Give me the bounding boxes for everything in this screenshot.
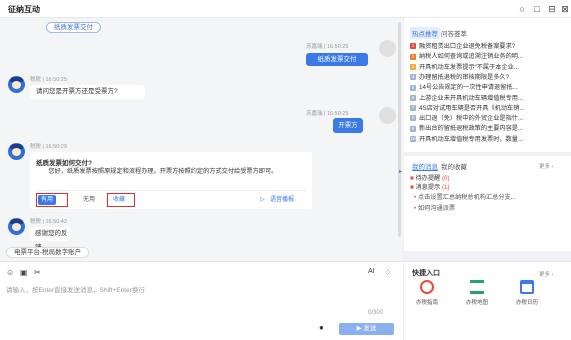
smile-icon[interactable]: ☺ <box>6 268 14 277</box>
voice-broadcast-button[interactable]: 语音播报 <box>270 195 294 205</box>
notice-reminder[interactable]: ■ 消息提示 (1) <box>410 182 450 191</box>
hot-rank-badge: 5 <box>410 84 416 91</box>
chat-area: 纸质发票交付 苏嘉瑞 | 16:50:25 纸质发票交付 税税 | 16:50:… <box>0 18 403 261</box>
user-icon[interactable]: ○ <box>516 3 528 15</box>
tab-my-messages[interactable]: 我的消息 <box>410 160 440 172</box>
chat-scrollbar[interactable] <box>398 22 401 237</box>
message-input[interactable]: 请输入，按Enter直接发送消息，Shift+Enter换行 <box>6 284 145 294</box>
minimize-icon[interactable]: ⊟ <box>546 3 558 15</box>
hot-item-text: 开具机动车发票提示“不属于本企业... <box>419 63 520 71</box>
hot-item[interactable]: 2 纳税人如何查询或追溯注销业务的明... <box>410 51 565 60</box>
hot-rank-badge: 4 <box>410 74 416 81</box>
message-item[interactable]: • 点击设置汇总纳税总机构汇总分支... <box>414 192 516 201</box>
chat-pill-top[interactable]: 纸质发票交付 <box>46 22 101 33</box>
tab-hot[interactable]: 热点推荐 <box>410 27 440 39</box>
close-icon[interactable]: ⊠ <box>559 3 571 15</box>
hot-item-text: 出口退（免）税中的外贸企业是指什... <box>419 115 524 123</box>
hot-item[interactable]: 7 4S店对试用车辆是否开具《机动车销... <box>410 103 565 112</box>
todo-icon: ■ <box>410 175 414 182</box>
bot-avatar <box>8 76 25 93</box>
hot-item[interactable]: 10 开具机动车增值税专用发票时，数量... <box>410 134 565 143</box>
hot-rank-badge: 3 <box>410 63 416 70</box>
messages-panel: 我的消息 我的收藏 更多 › ■ 待办提醒 (0) ■ 消息提示 (1) • 点… <box>404 156 571 251</box>
divider <box>36 190 306 191</box>
hot-rank-badge: 9 <box>410 125 416 132</box>
notice-icon: ■ <box>410 184 414 191</box>
msg-timestamp: 苏嘉瑞 | 16:50:25 <box>306 44 349 50</box>
highlight-box <box>107 193 135 207</box>
messages-more-link[interactable]: 更多 › <box>539 162 553 170</box>
message-bubble-out: 开票方 <box>333 118 363 133</box>
notice-count: (1) <box>441 184 450 191</box>
todo-reminder[interactable]: ■ 待办提醒 (0) <box>410 173 450 182</box>
hot-item-text: 融资租赁出口企业退免税备案要求? <box>419 43 516 50</box>
quick-more-link[interactable]: 更多 › <box>539 270 553 278</box>
msg-timestamp: 税税 | 16:50:42 <box>30 219 67 225</box>
collapse-arrow-icon[interactable]: ▸ <box>399 168 402 175</box>
hot-item[interactable]: 8 出口退（免）税中的外贸企业是指什... <box>410 113 565 122</box>
eraser-icon[interactable]: ♢ <box>384 268 391 277</box>
send-button[interactable]: ▶ 发送 <box>339 323 394 335</box>
hot-item-text: 纳税人如何查询或追溯注销业务的明... <box>419 53 524 61</box>
hot-rank-badge: 7 <box>410 105 416 112</box>
calendar-icon[interactable] <box>520 280 534 294</box>
hot-rank-badge: 2 <box>410 53 416 60</box>
avatar <box>379 40 396 57</box>
hot-item-text: 新出台的留抵退税政策的主要内容是... <box>419 125 524 133</box>
answer-card: 纸质发票如何交付? 您好，纸质发票按照原规定和流程办理。开票方按照约定的方式交付… <box>30 152 312 209</box>
useless-button[interactable]: 无用 <box>83 195 95 205</box>
expand-icon[interactable]: □ <box>531 3 543 15</box>
ai-label[interactable]: AI <box>368 268 375 275</box>
hot-item-text: 4S店对试用车辆是否开具《机动车销... <box>419 104 525 112</box>
hot-item[interactable]: 1 融资租赁出口企业退免税备案要求? <box>410 41 565 50</box>
hot-rank-badge: 10 <box>410 136 416 143</box>
tab-my-favorites[interactable]: 我的收藏 <box>441 161 467 171</box>
message-bubble-in: 请问您是开票方还是受票方? <box>30 85 145 99</box>
highlight-box <box>36 193 68 207</box>
msg-timestamp: 税税 | 16:50:25 <box>30 77 67 83</box>
screenshot-icon[interactable]: ✂ <box>34 268 41 277</box>
answer-body: 您好，纸质发票按照原规定和流程办理。开票方按照约定的方式交付给受票方即可。 <box>48 168 278 175</box>
hot-item-text: 14号公告规定的一次性申请退留抵... <box>419 84 518 92</box>
quick-label-calendar[interactable]: 办税日历 <box>512 298 542 306</box>
hot-rank-badge: 8 <box>410 115 416 122</box>
msg-timestamp: 苏嘉瑞 | 16:50:25 <box>306 111 349 117</box>
hot-item-text: 办理留抵退税的审核期限是多久? <box>419 73 510 81</box>
hot-panel: 热点推荐 问答荟萃 1 融资租赁出口企业退免税备案要求? 2 纳税人如何查询或追溯注销… <box>404 18 571 152</box>
hot-item[interactable]: 9 新出台的留抵退税政策的主要内容是... <box>410 123 565 132</box>
hot-item[interactable]: 5 14号公告规定的一次性申请退留抵... <box>410 82 565 91</box>
hot-item-text: 开具机动车增值税专用发票时，数量... <box>419 135 524 143</box>
notice-label: 消息提示 <box>415 184 441 191</box>
avatar <box>379 107 396 124</box>
message-bubble-in: 感谢您的反馈 <box>30 227 70 251</box>
message-bubble-out: 纸质发票交付 <box>306 53 368 66</box>
quick-label-map[interactable]: 办税地图 <box>462 298 492 306</box>
tab-qa[interactable]: 问答荟萃 <box>441 28 467 38</box>
quick-panel: 快捷入口 更多 › 办税指南 办税地图 办税日历 <box>404 261 571 340</box>
platform-pill[interactable]: 电票平台-税局数字账户 <box>6 247 90 258</box>
quick-label-guide[interactable]: 办税指南 <box>412 298 442 306</box>
hot-rank-badge: 6 <box>410 94 416 101</box>
hot-item[interactable]: 6 上游企业未开具机动车辆增值税专用... <box>410 93 565 102</box>
hot-rank-badge: 1 <box>410 43 416 50</box>
quick-title: 快捷入口 <box>412 270 440 277</box>
window-title: 征纳互动 <box>8 5 40 14</box>
guide-icon[interactable] <box>420 280 434 294</box>
microphone-icon[interactable]: ● <box>319 323 324 332</box>
title-bar: 征纳互动 ○ □ ⊟ ⊠ <box>0 0 571 18</box>
voice-broadcast-icon[interactable]: ▷ <box>260 195 265 205</box>
char-count: 0/300 <box>368 310 384 316</box>
bot-avatar <box>8 143 25 160</box>
answer-title: 纸质发票如何交付? <box>36 160 92 167</box>
hot-item[interactable]: 4 办理留抵退税的审核期限是多久? <box>410 72 565 81</box>
msg-timestamp: 税税 | 16:50:29 <box>30 144 67 150</box>
map-icon[interactable] <box>470 280 484 294</box>
message-item[interactable]: • 如何沟通派票 <box>414 203 455 212</box>
hot-item[interactable]: 3 开具机动车发票提示“不属于本企业... <box>410 62 565 71</box>
image-icon[interactable]: ▣ <box>20 268 28 277</box>
hot-item-text: 上游企业未开具机动车辆增值税专用... <box>419 94 524 102</box>
todo-count: (0) <box>441 175 450 182</box>
todo-label: 待办提醒 <box>415 175 441 182</box>
bot-avatar <box>8 218 25 235</box>
